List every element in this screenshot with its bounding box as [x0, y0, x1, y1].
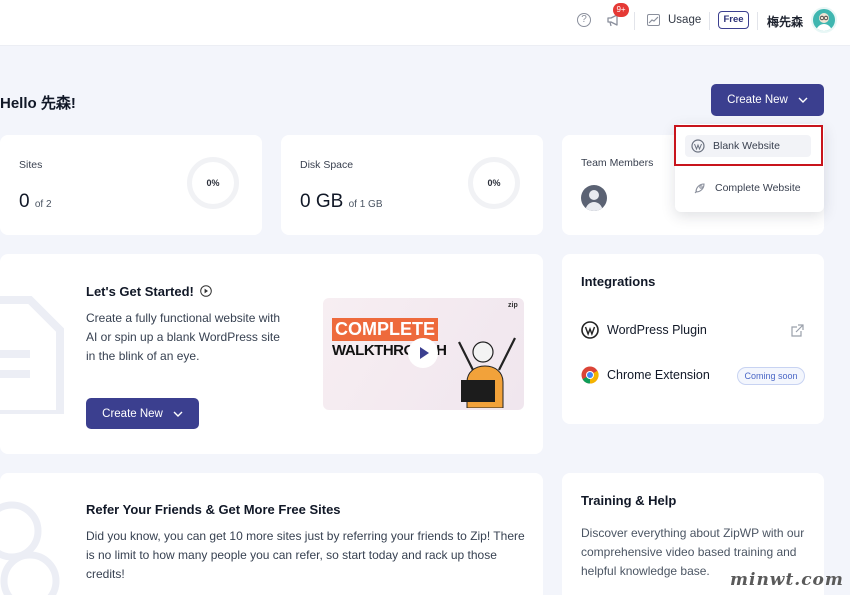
rocket-icon	[694, 183, 705, 194]
disk-space-card: Disk Space 0 GB of 1 GB 0%	[281, 135, 543, 235]
username[interactable]: 梅先森	[767, 13, 803, 30]
create-new-label: Create New	[727, 94, 788, 106]
top-bar: ? 9+ Usage Free 梅先森	[0, 0, 850, 46]
integrations-card: Integrations WordPress Plugin Chrome Ext…	[562, 254, 824, 424]
team-member-avatar[interactable]	[581, 185, 607, 211]
divider	[709, 12, 710, 30]
sites-card: Sites 0 of 2 0%	[0, 135, 262, 235]
play-button[interactable]	[408, 338, 438, 368]
disk-usage-ring: 0%	[468, 157, 520, 209]
wordpress-plugin-item[interactable]: WordPress Plugin	[581, 321, 707, 339]
get-started-description: Create a fully functional website with A…	[86, 311, 281, 363]
team-members-label: Team Members	[581, 157, 654, 169]
play-circle-icon[interactable]	[200, 285, 213, 297]
usage-link[interactable]: Usage	[668, 14, 701, 26]
divider	[634, 12, 635, 30]
watermark: minwt.com	[730, 570, 844, 590]
notification-badge: 9+	[613, 3, 629, 17]
disk-space-value: 0 GB of 1 GB	[300, 191, 383, 212]
highlight-box	[674, 125, 823, 166]
disk-space-label: Disk Space	[300, 159, 354, 171]
get-started-title: Let's Get Started!	[86, 284, 213, 299]
refer-title: Refer Your Friends & Get More Free Sites	[86, 502, 341, 517]
plan-badge[interactable]: Free	[718, 11, 749, 29]
refer-friends-card: Refer Your Friends & Get More Free Sites…	[0, 473, 543, 595]
integrations-title: Integrations	[581, 274, 656, 289]
document-illustration-icon	[0, 296, 64, 414]
walkthrough-video-thumbnail[interactable]: COMPLETE WALKTHROUGH zip	[323, 298, 524, 410]
chrome-extension-item[interactable]: Chrome Extension	[581, 366, 710, 384]
external-link-icon[interactable]	[791, 324, 804, 337]
create-new-button[interactable]: Create New	[711, 84, 824, 116]
page-title: Hello 先森!	[0, 95, 76, 112]
play-icon	[420, 347, 429, 359]
sites-value: 0 of 2	[19, 191, 52, 212]
video-logo: zip	[508, 302, 518, 309]
sites-usage-ring: 0%	[187, 157, 239, 209]
refer-description: Did you know, you can get 10 more sites …	[86, 529, 525, 581]
chevron-down-icon	[798, 97, 808, 103]
coming-soon-badge: Coming soon	[737, 367, 805, 385]
wordpress-icon	[581, 321, 599, 339]
training-title: Training & Help	[581, 493, 677, 508]
help-icon[interactable]: ?	[577, 13, 591, 27]
chevron-down-icon	[173, 411, 183, 417]
usage-icon[interactable]	[647, 14, 660, 26]
chrome-icon	[581, 366, 599, 384]
circles-illustration-icon	[0, 501, 60, 595]
avatar[interactable]	[811, 7, 837, 33]
presenter-illustration-icon	[458, 337, 516, 408]
divider	[757, 12, 758, 30]
create-new-button-secondary[interactable]: Create New	[86, 398, 199, 429]
complete-website-option[interactable]: Complete Website	[693, 177, 801, 199]
sites-label: Sites	[19, 159, 43, 171]
